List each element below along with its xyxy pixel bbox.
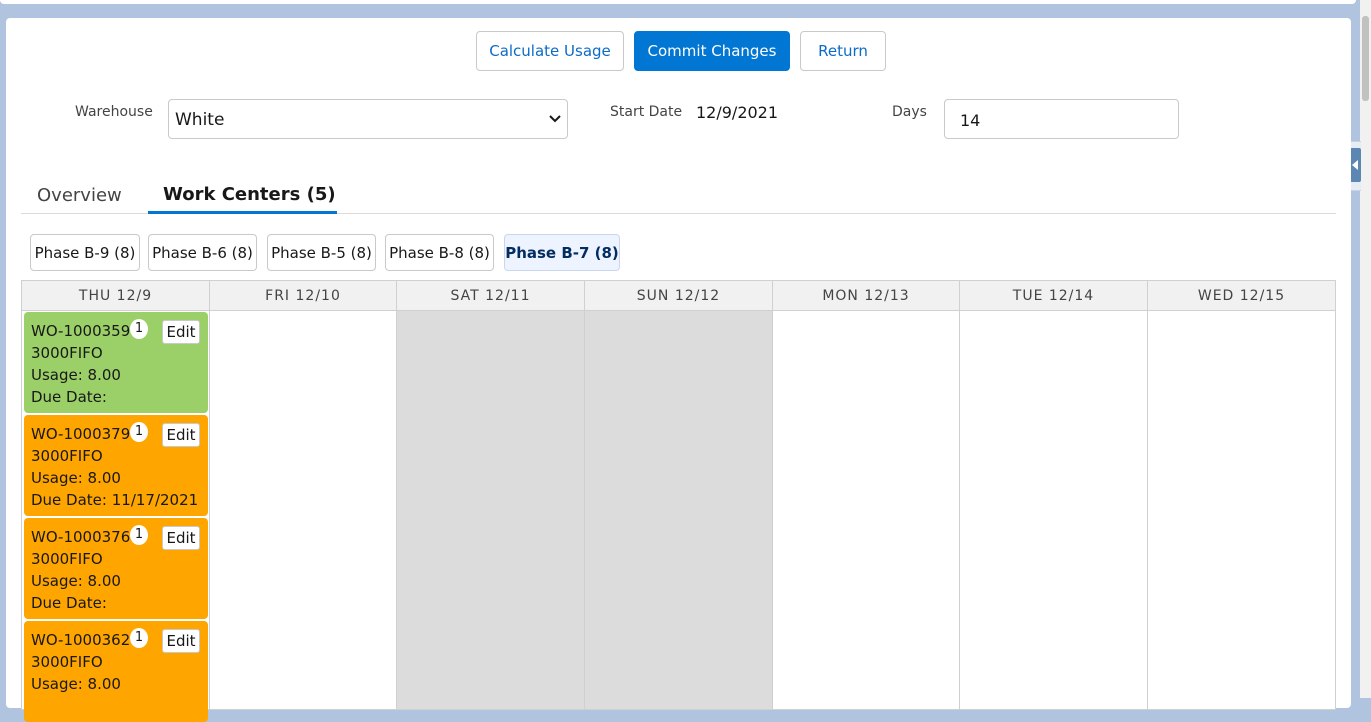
work-order-item: 3000FIFO: [31, 653, 103, 671]
day-header: SUN 12/12: [585, 281, 772, 311]
work-order-usage: Usage: 8.00: [31, 469, 121, 487]
work-order-due-date: Due Date:: [31, 388, 107, 406]
phase-b9-button[interactable]: Phase B-9 (8): [30, 234, 140, 271]
edit-button[interactable]: Edit: [162, 629, 200, 653]
edit-button[interactable]: Edit: [162, 526, 200, 550]
work-order-usage: Usage: 8.00: [31, 572, 121, 590]
day-column-thu: THU 12/9 WO-1000359 1 Edit 3000FIFO Usag…: [22, 281, 210, 722]
work-order-count-badge: 1: [130, 525, 148, 545]
day-column-sun: SUN 12/12: [585, 281, 773, 709]
work-order-card[interactable]: WO-1000379 1 Edit 3000FIFO Usage: 8.00 D…: [24, 415, 208, 516]
warehouse-value: White: [175, 110, 225, 130]
chevron-left-icon: [1350, 148, 1361, 182]
commit-changes-button[interactable]: Commit Changes: [634, 31, 790, 71]
work-order-item: 3000FIFO: [31, 447, 103, 465]
warehouse-label: Warehouse: [75, 104, 153, 120]
day-header: MON 12/13: [773, 281, 959, 311]
main-card: Calculate Usage Commit Changes Return Wa…: [6, 18, 1351, 722]
start-date-value: 12/9/2021: [696, 103, 779, 122]
work-order-due-date: Due Date:: [31, 594, 107, 612]
day-header: THU 12/9: [22, 281, 209, 311]
work-order-card[interactable]: WO-1000362 1 Edit 3000FIFO Usage: 8.00: [24, 621, 208, 722]
work-order-count-badge: 1: [130, 319, 148, 339]
day-column-wed: WED 12/15: [1148, 281, 1335, 709]
edit-button[interactable]: Edit: [162, 320, 200, 344]
days-label: Days: [892, 104, 927, 120]
warehouse-select[interactable]: White: [168, 99, 568, 139]
day-column-mon: MON 12/13: [773, 281, 960, 709]
work-order-item: 3000FIFO: [31, 550, 103, 568]
tab-overview[interactable]: Overview: [37, 185, 122, 206]
scrollbar-thumb[interactable]: [1362, 16, 1369, 101]
work-order-count-badge: 1: [130, 422, 148, 442]
day-header: WED 12/15: [1148, 281, 1335, 311]
day-column-fri: FRI 12/10: [210, 281, 397, 709]
top-bar: [0, 0, 1356, 4]
days-input[interactable]: 14: [944, 99, 1179, 139]
chevron-down-icon: [549, 112, 561, 128]
calculate-usage-button[interactable]: Calculate Usage: [476, 31, 624, 71]
start-date-label: Start Date: [610, 104, 683, 120]
active-tab-indicator: [148, 211, 337, 214]
phase-b6-button[interactable]: Phase B-6 (8): [148, 234, 257, 271]
edit-button[interactable]: Edit: [162, 423, 200, 447]
work-order-usage: Usage: 8.00: [31, 366, 121, 384]
work-order-count-badge: 1: [130, 628, 148, 648]
work-order-usage: Usage: 8.00: [31, 675, 121, 693]
calendar-grid: THU 12/9 WO-1000359 1 Edit 3000FIFO Usag…: [21, 280, 1336, 722]
day-column-tue: TUE 12/14: [960, 281, 1148, 709]
work-order-item: 3000FIFO: [31, 344, 103, 362]
day-column-sat: SAT 12/11: [397, 281, 585, 709]
days-value: 14: [960, 111, 981, 130]
day-header: FRI 12/10: [210, 281, 396, 311]
phase-b8-button[interactable]: Phase B-8 (8): [385, 234, 494, 271]
page-scrollbar[interactable]: [1360, 0, 1371, 698]
phase-b7-button[interactable]: Phase B-7 (8): [504, 234, 620, 271]
work-order-card[interactable]: WO-1000376 1 Edit 3000FIFO Usage: 8.00 D…: [24, 518, 208, 619]
day-header: SAT 12/11: [397, 281, 584, 311]
return-button[interactable]: Return: [800, 31, 886, 71]
work-order-card[interactable]: WO-1000359 1 Edit 3000FIFO Usage: 8.00 D…: [24, 312, 208, 413]
tab-work-centers[interactable]: Work Centers (5): [163, 184, 336, 205]
day-header: TUE 12/14: [960, 281, 1147, 311]
phase-b5-button[interactable]: Phase B-5 (8): [267, 234, 376, 271]
work-order-due-date: Due Date: 11/17/2021: [31, 491, 199, 509]
